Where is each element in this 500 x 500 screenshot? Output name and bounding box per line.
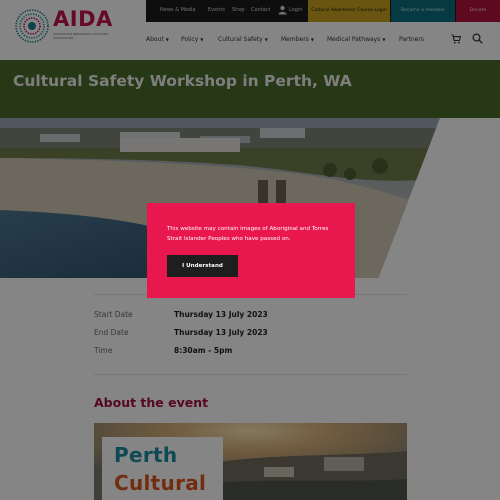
content-warning-message: This website may contain images of Abori… [167, 226, 329, 242]
i-understand-button[interactable]: I Understand [167, 255, 238, 277]
content-warning-modal: This website may contain images of Abori… [147, 203, 355, 298]
